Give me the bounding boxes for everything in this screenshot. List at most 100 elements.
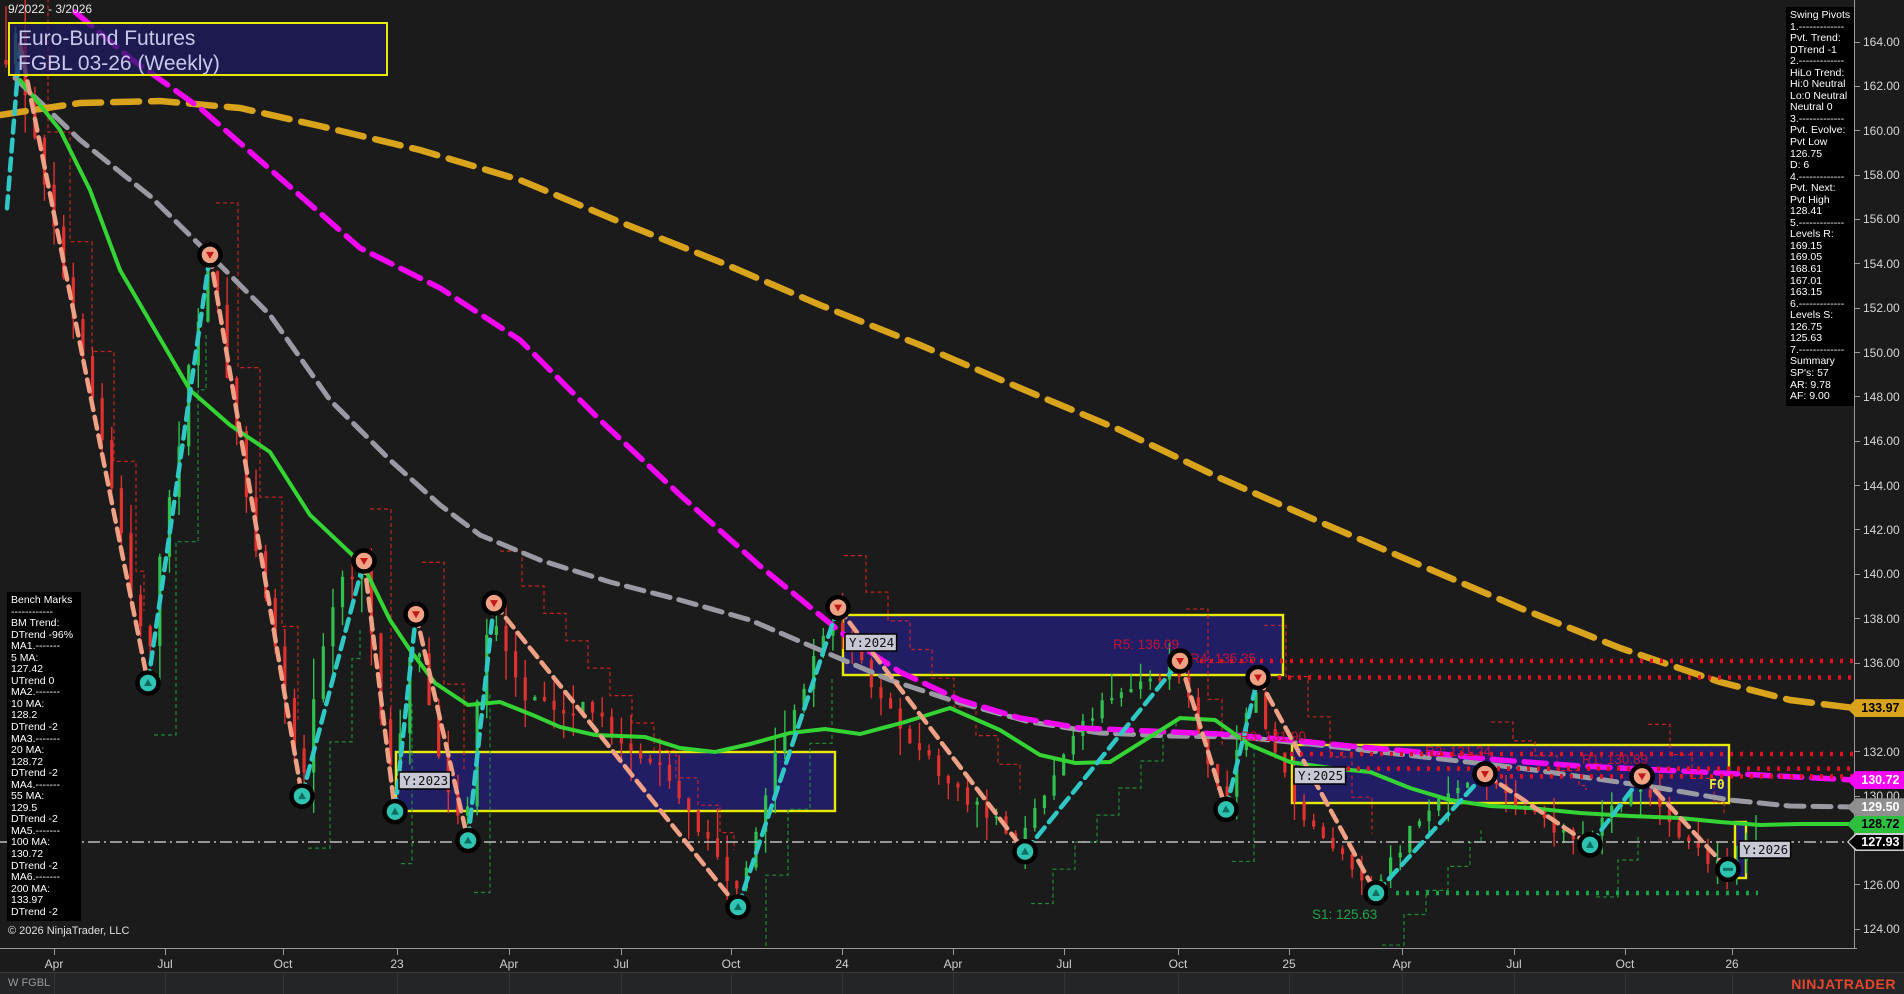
bench-marks-line: DTrend -2 <box>11 722 77 734</box>
candle-body <box>1302 802 1305 820</box>
year-box-tag-text: Y:2023 <box>403 773 448 788</box>
candle-body <box>1158 678 1161 680</box>
candle-body <box>1062 754 1065 775</box>
copyright-text: © 2026 NinjaTrader, LLC <box>8 925 129 937</box>
swing-leg-up <box>148 255 210 683</box>
time-tick-label: Oct <box>1616 957 1635 971</box>
price-tick <box>1855 352 1860 353</box>
time-tick <box>842 949 843 955</box>
tab-w-fgbl[interactable]: W FGBL <box>8 977 50 989</box>
price-tick <box>1855 263 1860 264</box>
time-tick <box>1064 949 1065 955</box>
candle-body <box>879 687 882 698</box>
tab-strip-separator <box>283 973 284 994</box>
tab-strip-separator <box>1064 973 1065 994</box>
swing-level-label-r4: R4: 135.35 <box>1190 651 1256 666</box>
time-tick-label: Jul <box>1506 957 1521 971</box>
candle-body <box>562 710 565 714</box>
candle-body <box>1312 820 1315 826</box>
swing-pivots-line: 163.15 <box>1790 287 1850 299</box>
candle-body <box>716 838 719 857</box>
candle-body <box>687 798 690 810</box>
price-tick-label: 158.00 <box>1863 168 1900 182</box>
candle-body <box>937 756 940 776</box>
time-tick-label: Jul <box>613 957 628 971</box>
candle-body <box>1120 692 1123 698</box>
candle-body <box>331 607 334 646</box>
year-range-box[interactable] <box>843 615 1283 675</box>
price-marker-value: 133.97 <box>1849 701 1904 716</box>
candle-body <box>524 677 527 700</box>
price-marker-tag: 127.93 <box>1847 833 1904 851</box>
candle-body <box>1110 698 1113 700</box>
candle-body <box>1129 689 1132 692</box>
candle-body <box>995 816 998 818</box>
year-range-box[interactable] <box>396 752 835 811</box>
candle-body <box>629 743 632 750</box>
year-box-tag-text: Y:2025 <box>1298 768 1343 783</box>
candle-body <box>1418 821 1421 826</box>
candle-body <box>927 750 930 755</box>
candle-body <box>783 735 786 752</box>
price-tick-label: 146.00 <box>1863 434 1900 448</box>
candle-body <box>1687 837 1690 841</box>
price-tick-label: 150.00 <box>1863 346 1900 360</box>
time-tick-label: Apr <box>45 957 64 971</box>
candle-body <box>956 783 959 787</box>
pivot-marker-current-glyph <box>1723 868 1733 871</box>
time-tick <box>621 949 622 955</box>
candle-body <box>658 762 661 764</box>
candle-body <box>1427 811 1430 822</box>
candle-body <box>149 626 152 646</box>
bench-marks-panel: Bench Marks------------BM Trend:DTrend -… <box>7 592 81 921</box>
candle-body <box>1351 854 1354 869</box>
stop-trail-green <box>1031 718 1176 904</box>
time-tick <box>509 949 510 955</box>
candle-body <box>697 811 700 832</box>
price-axis[interactable]: 164.00162.00160.00158.00156.00154.00152.… <box>1854 0 1904 948</box>
price-tick-label: 152.00 <box>1863 301 1900 315</box>
price-chart-canvas[interactable]: R5: 136.09R4: 135.35R3: 131.90R2: 131.24… <box>0 0 1857 948</box>
tab-strip-separator <box>842 973 843 994</box>
tab-strip-separator <box>165 973 166 994</box>
candle-body <box>1139 681 1142 689</box>
candle-body <box>1466 783 1469 788</box>
year-box-tag-text: Y:2024 <box>849 635 894 650</box>
bench-marks-line: DTrend -2 <box>11 907 77 919</box>
price-tick <box>1855 618 1860 619</box>
price-tick <box>1855 929 1860 930</box>
time-tick <box>1514 949 1515 955</box>
candle-body <box>918 743 921 750</box>
f0-label: F0 <box>1709 778 1725 793</box>
price-tick <box>1855 751 1860 752</box>
tab-strip-separator <box>1289 973 1290 994</box>
price-marker-value: 128.72 <box>1849 817 1904 832</box>
tab-strip-separator <box>621 973 622 994</box>
price-tick-label: 132.00 <box>1863 745 1900 759</box>
swing-pivots-line: 2.------------- <box>1790 56 1850 68</box>
candle-body <box>101 398 104 440</box>
instrument-title-box[interactable]: Euro-Bund Futures FGBL 03-26 (Weekly) <box>8 22 388 76</box>
candle-body <box>601 713 604 717</box>
candle-body <box>1331 838 1334 849</box>
candle-body <box>120 488 123 533</box>
time-tick-label: Oct <box>722 957 741 971</box>
tab-strip-separator <box>1625 973 1626 994</box>
time-tick-label: 25 <box>1282 957 1295 971</box>
candle-body <box>889 698 892 708</box>
time-tick <box>731 949 732 955</box>
price-marker-tag: 129.50 <box>1847 798 1904 816</box>
candle-body <box>110 440 113 488</box>
candle-body <box>533 697 536 701</box>
time-axis[interactable]: AprJulOct23AprJulOct24AprJulOct25AprJulO… <box>0 948 1857 973</box>
candle-body <box>899 709 902 729</box>
tab-strip-separator <box>1732 973 1733 994</box>
price-tick <box>1855 42 1860 43</box>
candle-body <box>1677 822 1680 838</box>
candle-body <box>514 651 517 677</box>
candle-body <box>302 749 305 773</box>
tab-strip-separator <box>953 973 954 994</box>
candle-body <box>1101 700 1104 718</box>
candle-body <box>860 651 863 660</box>
candle-body <box>1033 808 1036 828</box>
